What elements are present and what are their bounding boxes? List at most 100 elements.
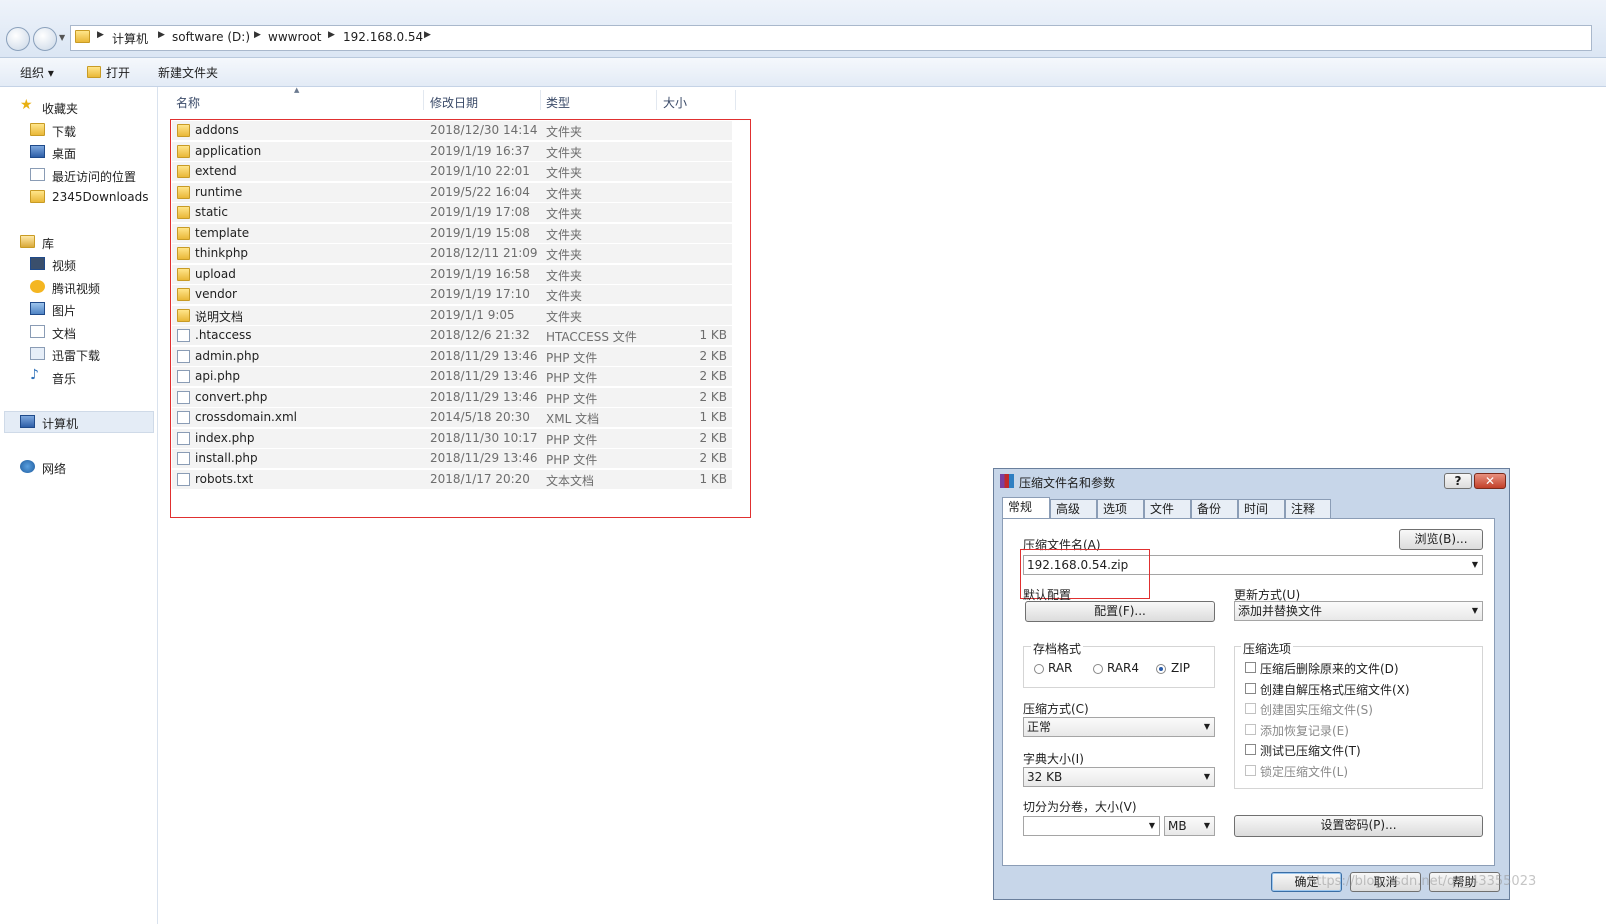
back-button[interactable]	[6, 27, 30, 51]
tab-time[interactable]: 时间	[1238, 499, 1285, 518]
tencent-video-icon	[30, 280, 45, 293]
sort-ascending-icon: ▲	[294, 86, 300, 94]
option-label: 压缩后删除原来的文件(D)	[1260, 662, 1399, 676]
address-bar[interactable]: ▶ 计算机 ▶ software (D:) ▶ wwwroot ▶ 192.16…	[70, 25, 1592, 51]
column-header-type[interactable]: 类型	[546, 94, 570, 111]
option-label: 测试已压缩文件(T)	[1260, 744, 1361, 758]
address-strip: ▼ ▶ 计算机 ▶ software (D:) ▶ wwwroot ▶ 192.…	[0, 0, 1606, 58]
sidebar-item-label: 2345Downloads	[52, 190, 149, 204]
tab-advanced[interactable]: 高级	[1050, 499, 1097, 518]
sidebar-item-label: 视频	[52, 259, 77, 273]
column-header-date[interactable]: 修改日期	[430, 94, 478, 111]
column-divider[interactable]	[735, 90, 736, 110]
dialog-title: 压缩文件名和参数	[1019, 476, 1116, 490]
column-divider[interactable]	[656, 90, 657, 110]
split-unit-value: MB	[1168, 819, 1187, 833]
command-toolbar: 组织 ▾ 打开 新建文件夹	[0, 58, 1606, 87]
archive-dialog: 压缩文件名和参数 ? ✕ 常规 高级 选项 文件 备份 时间 注释 压缩文件名(…	[993, 468, 1510, 900]
computer-icon	[20, 415, 35, 428]
dialog-titlebar: 压缩文件名和参数 ? ✕	[994, 469, 1509, 493]
sidebar-item-label: 文档	[52, 327, 77, 341]
watermark: https://blog.csdn.net/qq_43355023	[1308, 874, 1537, 889]
option-label: 创建固实压缩文件(S)	[1260, 703, 1373, 717]
sidebar-item-label: 计算机	[42, 417, 79, 431]
archive-format-label: 存档格式	[1031, 640, 1084, 657]
sidebar-item-label: 桌面	[52, 147, 77, 161]
column-divider[interactable]	[423, 90, 424, 110]
star-icon: ★	[20, 97, 33, 113]
folder-icon	[75, 30, 90, 43]
desktop-icon	[30, 145, 45, 158]
profiles-button[interactable]: 配置(F)...	[1025, 601, 1215, 622]
option-label: 锁定压缩文件(L)	[1260, 764, 1349, 779]
sidebar-item-label: 收藏夹	[42, 102, 79, 116]
sidebar-item-label: 下载	[52, 125, 77, 139]
chevron-down-icon[interactable]: ▼	[1149, 817, 1155, 835]
chevron-down-icon[interactable]: ▼	[1204, 768, 1210, 786]
column-header-name[interactable]: 名称	[176, 94, 200, 111]
radio-zip[interactable]	[1156, 664, 1166, 674]
breadcrumb-arrow-icon[interactable]: ▶	[328, 30, 335, 40]
breadcrumb-arrow-icon[interactable]: ▶	[254, 30, 261, 40]
tab-general[interactable]: 常规	[1002, 497, 1050, 518]
tab-comment[interactable]: 注释	[1285, 499, 1331, 518]
highlight-box	[170, 119, 751, 518]
option-checkbox[interactable]	[1245, 662, 1256, 673]
forward-button[interactable]	[33, 27, 57, 51]
help-title-button[interactable]: ?	[1444, 473, 1472, 489]
sidebar-item-label: 迅雷下载	[52, 349, 101, 363]
breadcrumb-arrow-icon[interactable]: ▶	[97, 30, 104, 40]
column-header-size[interactable]: 大小	[663, 94, 687, 111]
radio-rar[interactable]	[1034, 664, 1044, 674]
breadcrumb-folder[interactable]: 192.168.0.54	[343, 30, 423, 44]
sidebar-item-label: 最近访问的位置	[52, 170, 137, 184]
method-label: 压缩方式(C)	[1023, 702, 1089, 716]
sidebar-item-label: 网络	[42, 462, 67, 476]
browse-button[interactable]: 浏览(B)...	[1399, 529, 1483, 550]
set-password-button[interactable]: 设置密码(P)...	[1234, 815, 1483, 837]
tab-options[interactable]: 选项	[1097, 499, 1144, 518]
sidebar-item-label: 腾讯视频	[52, 282, 101, 296]
organize-menu[interactable]: 组织 ▾	[20, 64, 54, 81]
breadcrumb-drive[interactable]: software (D:)	[172, 30, 250, 44]
option-label: 添加恢复记录(E)	[1260, 723, 1349, 738]
thunder-download-icon	[30, 347, 45, 360]
tab-files[interactable]: 文件	[1144, 499, 1191, 518]
radio-rar4-label: RAR4	[1107, 661, 1140, 675]
breadcrumb-wwwroot[interactable]: wwwroot	[268, 30, 322, 44]
music-icon: ♪	[30, 367, 39, 383]
tab-backup[interactable]: 备份	[1191, 499, 1238, 518]
radio-rar-label: RAR	[1048, 661, 1073, 675]
video-icon	[30, 257, 45, 270]
radio-rar4[interactable]	[1093, 664, 1103, 674]
network-icon	[20, 460, 35, 473]
breadcrumb-arrow-icon[interactable]: ▶	[158, 30, 165, 40]
option-checkbox	[1245, 764, 1256, 776]
recent-places-icon	[30, 168, 45, 181]
breadcrumb-arrow-icon[interactable]: ▶	[424, 30, 431, 40]
chevron-down-icon[interactable]: ▼	[1204, 718, 1210, 736]
option-checkbox[interactable]	[1245, 682, 1256, 694]
update-mode-value: 添加并替换文件	[1238, 604, 1323, 618]
dict-size-select[interactable]: 32 KB ▼	[1023, 767, 1215, 787]
split-size-input[interactable]: ▼	[1023, 816, 1160, 836]
method-select[interactable]: 正常 ▼	[1023, 717, 1215, 737]
breadcrumb-computer[interactable]: 计算机	[112, 30, 148, 47]
open-button[interactable]: 打开	[106, 64, 130, 81]
chevron-down-icon[interactable]: ▼	[1204, 817, 1210, 835]
sidebar-item-label: 图片	[52, 304, 77, 318]
split-unit-select[interactable]: MB ▼	[1164, 816, 1215, 836]
winrar-icon	[1000, 474, 1014, 488]
option-checkbox[interactable]	[1245, 744, 1256, 755]
column-divider[interactable]	[540, 90, 541, 110]
close-button[interactable]: ✕	[1474, 473, 1506, 489]
history-dropdown-icon[interactable]: ▼	[59, 33, 65, 42]
open-folder-icon	[87, 66, 101, 78]
update-mode-select[interactable]: 添加并替换文件 ▼	[1234, 601, 1483, 621]
chevron-down-icon[interactable]: ▼	[1472, 556, 1478, 574]
chevron-down-icon[interactable]: ▼	[1472, 602, 1478, 620]
new-folder-button[interactable]: 新建文件夹	[158, 64, 218, 81]
option-checkbox	[1245, 723, 1256, 735]
dict-size-label: 字典大小(I)	[1023, 752, 1084, 766]
pictures-icon	[30, 302, 45, 315]
